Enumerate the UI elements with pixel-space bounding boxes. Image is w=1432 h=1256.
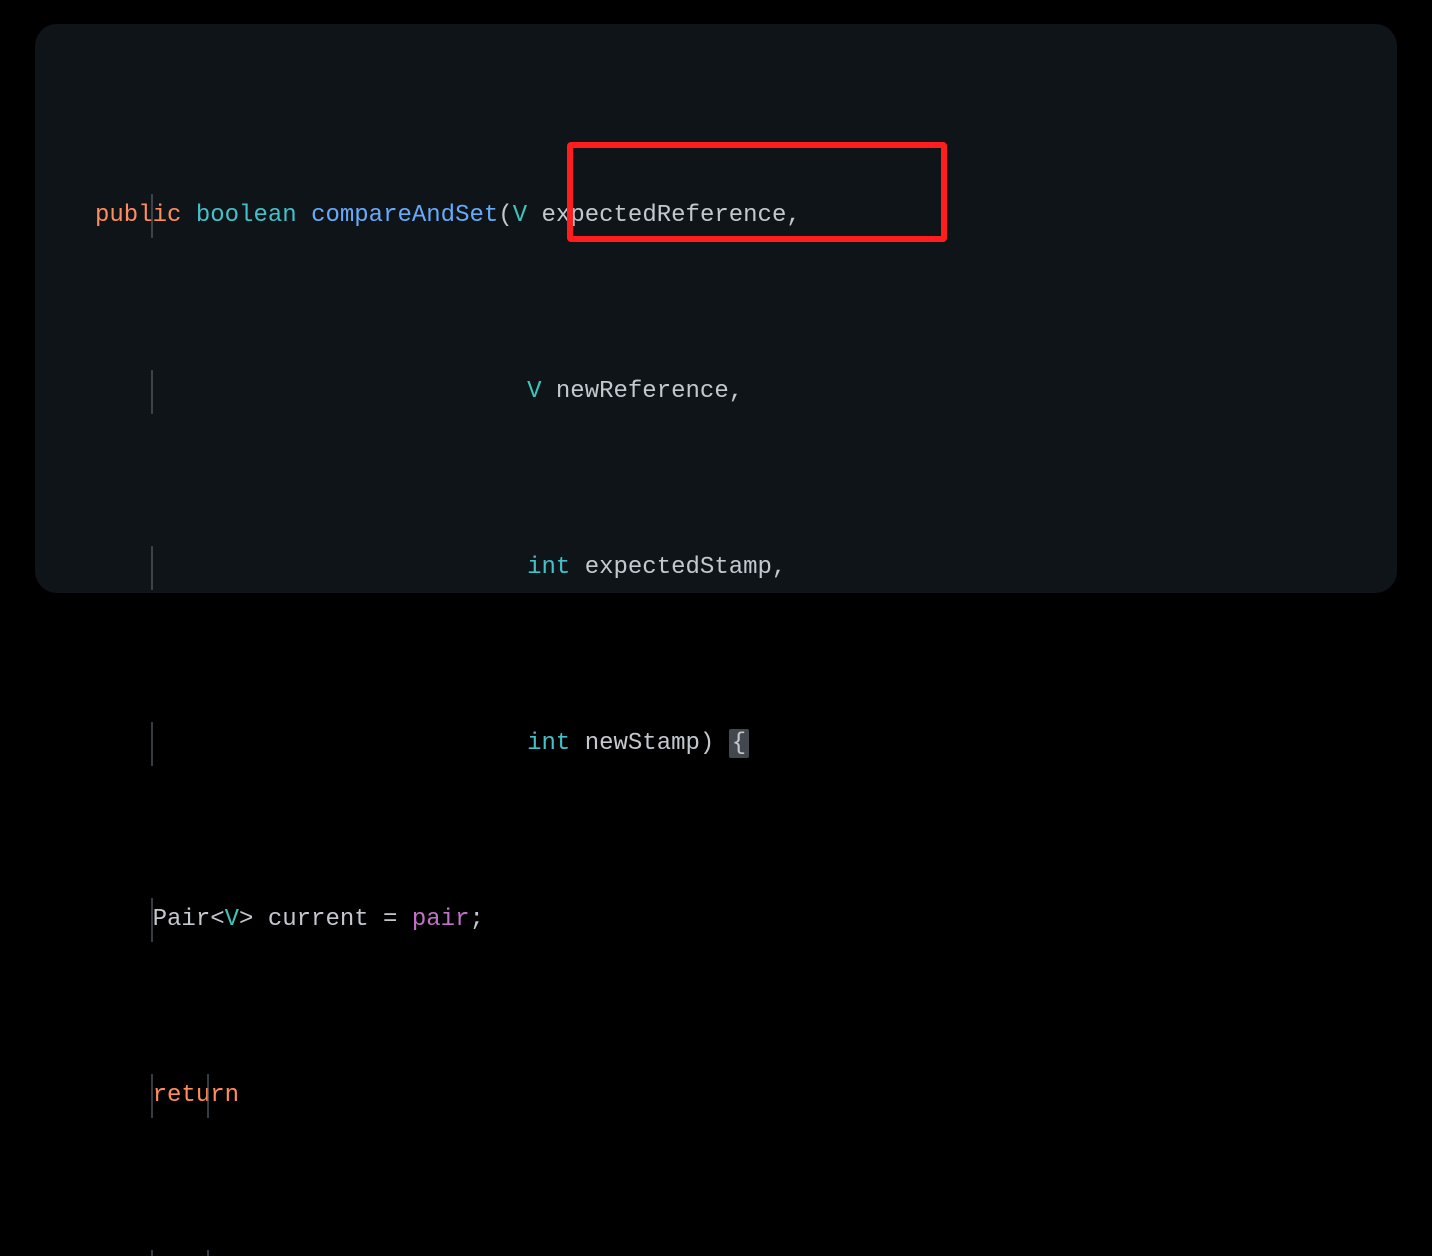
field-pair: pair (412, 906, 470, 933)
param: expectedReference, (527, 202, 801, 229)
keyword-public: public (95, 202, 181, 229)
type-V: V (225, 906, 239, 933)
type-pair: Pair (153, 906, 211, 933)
keyword-boolean: boolean (196, 202, 297, 229)
code-line: Pair<V> current = pair; (95, 898, 1355, 942)
type-V: V (527, 378, 541, 405)
type-V: V (513, 202, 527, 229)
param: expectedStamp, (570, 554, 786, 581)
paren-open: ( (498, 202, 512, 229)
param: newReference, (541, 378, 743, 405)
code-line: public boolean compareAndSet(V expectedR… (95, 194, 1355, 238)
keyword-int: int (527, 554, 570, 581)
matched-brace: { (729, 729, 749, 758)
code-line: return (95, 1074, 1355, 1118)
keyword-return: return (153, 1082, 239, 1109)
param: newStamp) (570, 730, 728, 757)
code-line: V newReference, (95, 370, 1355, 414)
keyword-int: int (527, 730, 570, 757)
code-editor-panel: public boolean compareAndSet(V expectedR… (35, 24, 1397, 593)
function-name: compareAndSet (311, 202, 498, 229)
code-line: expectedReference == current.reference &… (95, 1250, 1355, 1256)
code-line: int expectedStamp, (95, 546, 1355, 590)
code-block: public boolean compareAndSet(V expectedR… (95, 62, 1355, 1256)
code-line: int newStamp) { (95, 722, 1355, 766)
